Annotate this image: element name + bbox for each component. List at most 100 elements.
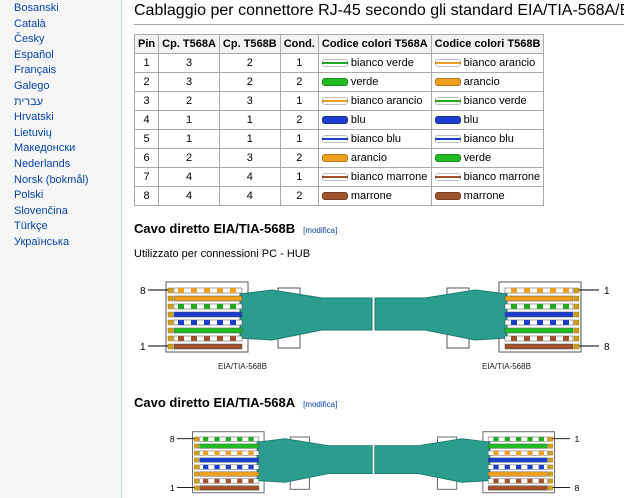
pin-contact [194, 485, 199, 491]
b-pin-label: 8 [140, 286, 146, 297]
table-row: 6 2 3 2 arancio verde [133, 148, 545, 168]
wire-stripe [225, 464, 231, 470]
color-code-cell: bianco verde [430, 91, 545, 111]
pin-contact [573, 319, 580, 326]
pin-contact [194, 478, 199, 484]
wire-stripe [511, 336, 517, 341]
pin-contact [167, 343, 174, 350]
table-cell: 7 [133, 167, 160, 187]
connector-group [176, 431, 373, 494]
language-link[interactable]: Türkçe [14, 219, 48, 233]
wire-stripe [563, 304, 569, 309]
wire-stripe [225, 478, 231, 484]
wire-stripe [493, 478, 499, 484]
wire-stripe [504, 464, 510, 470]
color-name: bianco verde [350, 57, 414, 69]
language-link[interactable]: Polski [14, 188, 43, 202]
pin-contact [194, 443, 199, 449]
wire-stripe [178, 320, 184, 325]
wire [487, 485, 548, 491]
table-cell: 1 [279, 129, 319, 149]
pin-contact [573, 343, 580, 350]
language-link[interactable]: Hrvatski [14, 110, 54, 124]
table-cell: 3 [158, 72, 220, 92]
table-header-cell: Codice colori T568A [317, 34, 432, 54]
table-cell: 2 [279, 148, 319, 168]
caption-right-568b: EIA/TIA-568B [482, 362, 531, 371]
table-cell: 2 [158, 91, 220, 111]
wire-stripe [527, 436, 533, 442]
wire-stripe [563, 288, 569, 293]
language-link[interactable]: Slovenčina [14, 204, 68, 218]
section-heading-568b: Cavo diretto EIA/TIA-568B [modifica] [134, 221, 337, 236]
wire-stripe [538, 478, 544, 484]
wire-stripe [516, 478, 522, 484]
language-link[interactable]: Bosanski [14, 1, 59, 15]
language-link[interactable]: Français [14, 63, 56, 77]
wire [199, 485, 260, 491]
wire-stripe [516, 450, 522, 456]
language-link[interactable]: עברית [14, 95, 43, 109]
pin-contact [573, 311, 580, 318]
table-cell: 2 [279, 110, 319, 130]
pin-contact [573, 335, 580, 342]
language-link[interactable]: Norsk (bokmål) [14, 173, 89, 187]
color-swatch-icon [321, 59, 348, 68]
edit-link-568b[interactable]: [modifica] [303, 226, 337, 235]
wire-stripe [524, 288, 530, 293]
wire-stripe [237, 450, 243, 456]
wire-stripe [493, 436, 499, 442]
color-code-cell: bianco marrone [430, 167, 545, 187]
pin-contact [548, 436, 553, 442]
pin-contact [167, 311, 174, 318]
cable-jacket [239, 289, 373, 341]
section-note: Utilizzato per connessioni PC - HUB [134, 248, 311, 260]
a-pin-label: 1 [574, 434, 579, 444]
language-link[interactable]: Galego [14, 79, 49, 93]
language-link[interactable]: Lietuvių [14, 126, 52, 140]
table-header-cell: Cp. T568B [218, 34, 281, 54]
color-swatch-icon [434, 78, 461, 87]
color-swatch-icon [321, 173, 348, 182]
table-row: 3 2 3 1 bianco arancio bianco verde [133, 91, 545, 111]
table-cell: 3 [218, 148, 281, 168]
table-cell: 4 [133, 110, 160, 130]
wire-stripe [237, 464, 243, 470]
language-link[interactable]: Español [14, 48, 54, 62]
table-row: 5 1 1 1 bianco blu bianco blu [133, 129, 545, 149]
page-title: Cablaggio per connettore RJ-45 secondo g… [134, 2, 624, 19]
wire [199, 471, 260, 477]
pin-contact [548, 478, 553, 484]
table-cell: 1 [279, 91, 319, 111]
wire-stripe [563, 320, 569, 325]
color-name: arancio [463, 76, 500, 88]
table-row: 7 4 4 1 bianco marrone bianco marrone [133, 167, 545, 187]
wire-stripe [204, 320, 210, 325]
table-cell: 1 [279, 167, 319, 187]
color-swatch-icon [434, 97, 461, 106]
color-name: bianco arancio [350, 95, 423, 107]
wire-stripe [248, 436, 254, 442]
language-link[interactable]: Català [14, 17, 46, 31]
edit-link-568a[interactable]: [modifica] [303, 400, 337, 409]
wire-stripe [538, 436, 544, 442]
cable-jacket [256, 438, 373, 483]
color-code-cell: bianco blu [317, 129, 432, 149]
wire-stripe [214, 436, 220, 442]
article-content: Cablaggio per connettore RJ-45 secondo g… [121, 0, 624, 498]
color-code-cell: blu [430, 110, 545, 130]
wire-stripe [237, 436, 243, 442]
language-link[interactable]: Nederlands [14, 157, 70, 171]
color-code-cell: verde [430, 148, 545, 168]
language-link[interactable]: Українська [14, 235, 69, 249]
wire-stripe [230, 336, 236, 341]
table-cell: 1 [158, 110, 220, 130]
wire-stripe [217, 320, 223, 325]
color-code-cell: bianco blu [430, 129, 545, 149]
color-swatch-icon [321, 116, 348, 125]
table-cell: 2 [158, 148, 220, 168]
language-link[interactable]: Македонски [14, 141, 75, 155]
wire-stripe [563, 336, 569, 341]
cable-diagram-568b: 8 1 1 8 [140, 281, 610, 353]
language-link[interactable]: Česky [14, 32, 45, 46]
